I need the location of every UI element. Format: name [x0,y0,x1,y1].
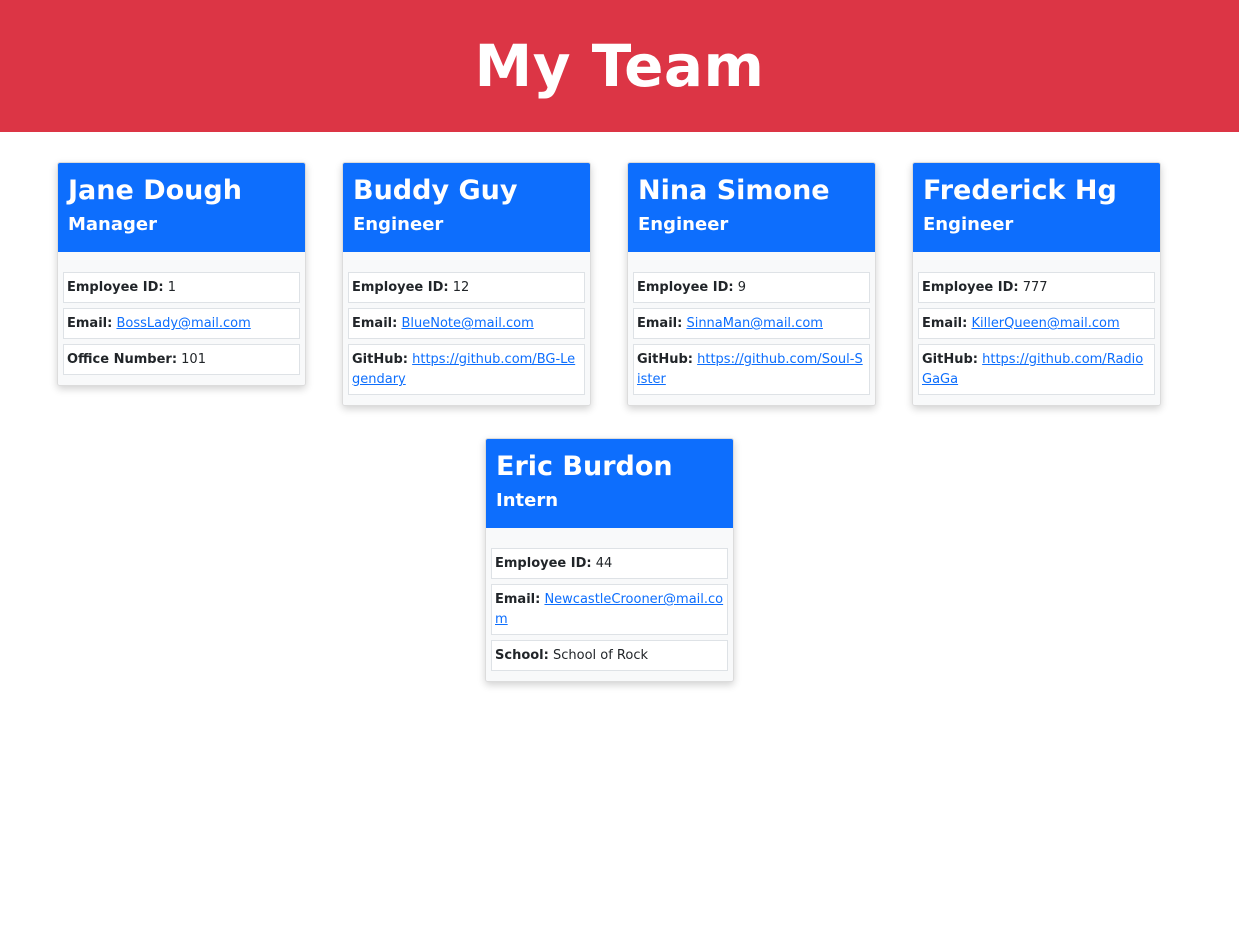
github-row: GitHub: https://github.com/RadioGaGa [918,344,1155,395]
employee-role: Engineer [923,214,1014,235]
email-row: Email: KillerQueen@mail.com [918,308,1155,339]
employee-role: Manager [68,214,157,235]
employee-id-label: Employee ID: [495,556,592,571]
card-header: Nina Simone Engineer [628,163,875,252]
card-body: Employee ID: 44 Email: NewcastleCrooner@… [486,528,733,681]
employee-id-label: Employee ID: [922,280,1019,295]
office-number-row: Office Number: 101 [63,344,300,375]
employee-card: Nina Simone Engineer Employee ID: 9 Emai… [627,162,876,406]
employee-id-label: Employee ID: [637,280,734,295]
card-body: Employee ID: 1 Email: BossLady@mail.com … [58,252,305,385]
email-link[interactable]: BossLady@mail.com [116,316,250,331]
employee-id-value: 777 [1022,280,1048,295]
card-header: Frederick Hg Engineer [913,163,1160,252]
page-header: My Team [0,0,1239,132]
email-link[interactable]: BlueNote@mail.com [401,316,533,331]
card-header: Buddy Guy Engineer [343,163,590,252]
employee-id-label: Employee ID: [67,280,164,295]
employee-name: Eric Burdon [496,451,673,482]
email-link[interactable]: SinnaMan@mail.com [686,316,822,331]
office-number-label: Office Number: [67,352,178,367]
employee-id-value: 1 [167,280,177,295]
card-body: Employee ID: 777 Email: KillerQueen@mail… [913,252,1160,405]
employee-id-value: 9 [737,280,747,295]
card-body: Employee ID: 12 Email: BlueNote@mail.com… [343,252,590,405]
card-header: Eric Burdon Intern [486,439,733,528]
github-label: GitHub: [922,352,978,367]
email-label: Email: [495,592,541,607]
github-row: GitHub: https://github.com/BG-Legendary [348,344,585,395]
employee-id-row: Employee ID: 44 [491,548,728,579]
email-label: Email: [67,316,113,331]
github-label: GitHub: [637,352,693,367]
employee-role: Intern [496,490,559,511]
email-link[interactable]: KillerQueen@mail.com [971,316,1119,331]
github-label: GitHub: [352,352,408,367]
email-label: Email: [352,316,398,331]
card-body: Employee ID: 9 Email: SinnaMan@mail.com … [628,252,875,405]
school-row: School: School of Rock [491,640,728,671]
employee-id-row: Employee ID: 12 [348,272,585,303]
employee-card: Frederick Hg Engineer Employee ID: 777 E… [912,162,1161,406]
employee-card: Eric Burdon Intern Employee ID: 44 Email… [485,438,734,682]
office-number-value: 101 [181,352,206,367]
employee-role: Engineer [353,214,444,235]
email-label: Email: [637,316,683,331]
email-row: Email: SinnaMan@mail.com [633,308,870,339]
employee-id-label: Employee ID: [352,280,449,295]
employee-name: Nina Simone [638,175,830,206]
email-row: Email: BlueNote@mail.com [348,308,585,339]
employee-id-row: Employee ID: 1 [63,272,300,303]
employee-id-value: 12 [452,280,470,295]
employee-name: Frederick Hg [923,175,1117,206]
employee-id-value: 44 [595,556,613,571]
employee-name: Jane Dough [68,175,242,206]
employee-name: Buddy Guy [353,175,518,206]
github-row: GitHub: https://github.com/Soul-Sister [633,344,870,395]
school-label: School: [495,648,549,663]
email-label: Email: [922,316,968,331]
employee-id-row: Employee ID: 9 [633,272,870,303]
school-value: School of Rock [552,648,649,663]
employee-card: Jane Dough Manager Employee ID: 1 Email:… [57,162,306,386]
page-title: My Team [474,32,765,100]
email-row: Email: BossLady@mail.com [63,308,300,339]
employee-card: Buddy Guy Engineer Employee ID: 12 Email… [342,162,591,406]
email-row: Email: NewcastleCrooner@mail.com [491,584,728,635]
employee-role: Engineer [638,214,729,235]
card-header: Jane Dough Manager [58,163,305,252]
employee-id-row: Employee ID: 777 [918,272,1155,303]
